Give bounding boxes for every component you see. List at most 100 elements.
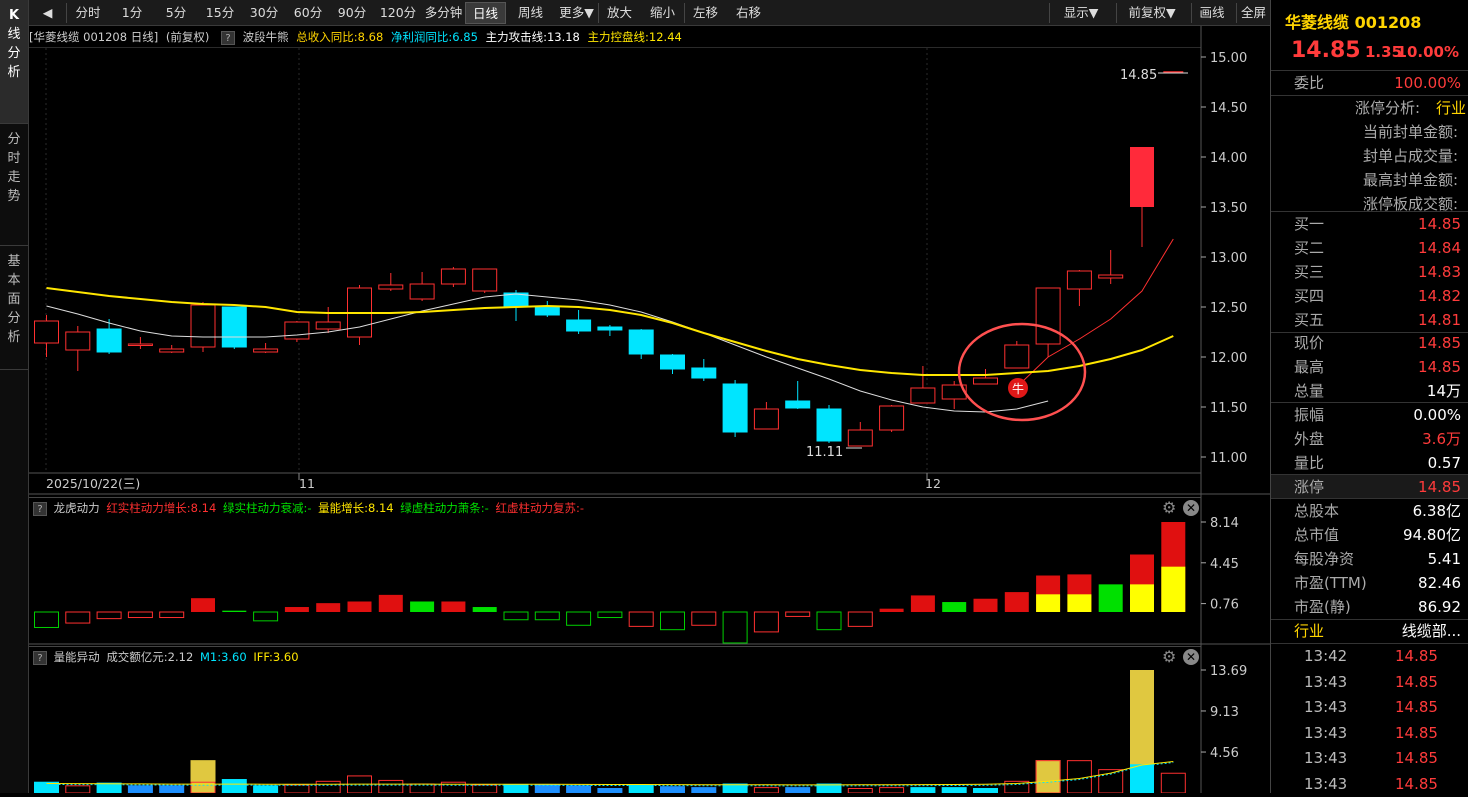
candle-body (96, 328, 122, 353)
row-value: 100.00% (1394, 74, 1461, 92)
industry-row[interactable]: 行业 线缆部... (1271, 619, 1468, 643)
row-value: 0.00% (1413, 406, 1461, 424)
power-bar (566, 611, 592, 626)
y-tick-label: 13.50 (1210, 201, 1247, 216)
row-label: 总股本 (1294, 502, 1340, 520)
y-tick-label: 13.00 (1210, 251, 1247, 266)
row-label: 总量 (1294, 382, 1325, 400)
row-value: 5.41 (1427, 550, 1461, 568)
row-value: 14.82 (1418, 287, 1461, 305)
power-bar (222, 610, 247, 612)
candle-body (847, 429, 873, 447)
price-line: 14.85 1.35 10.00% (1291, 38, 1468, 68)
tick-price: 14.85 (1395, 749, 1438, 767)
candle-body (534, 306, 560, 316)
power-bar (847, 611, 873, 627)
volume-bar (597, 788, 623, 793)
row-value: 14.85 (1418, 334, 1461, 352)
y-tick-label: 11.50 (1210, 401, 1247, 416)
stock-name: 华菱线缆 (1285, 13, 1350, 32)
y-tick-label: 14.00 (1210, 151, 1247, 166)
bid-row: 买二 14.84 (1271, 236, 1468, 260)
candle-body (753, 408, 779, 430)
power-bar (691, 611, 717, 626)
power-bar (942, 602, 967, 612)
power-bar (284, 607, 309, 612)
row-value: 14.81 (1418, 311, 1461, 329)
tick-row: 13:43 14.85 (1271, 695, 1468, 720)
power-bar (191, 598, 215, 612)
power-bar (96, 611, 122, 620)
candle-body (1066, 270, 1092, 290)
power-bar (410, 601, 435, 612)
bid-row: 买三 14.83 (1271, 260, 1468, 284)
volume-bar (534, 784, 560, 793)
power-bar (1098, 584, 1123, 612)
power-bar (347, 601, 372, 612)
row-label: 涨停 (1294, 478, 1325, 496)
tick-price: 14.85 (1395, 647, 1438, 665)
candle-body (597, 326, 623, 331)
sub1-tick-label: 0.76 (1210, 598, 1239, 613)
volume-bar (628, 784, 654, 793)
row-label: 买三 (1294, 263, 1325, 281)
sub2-tick-label: 13.69 (1210, 664, 1247, 679)
bid-row: 买四 14.82 (1271, 284, 1468, 308)
row-label: 现价 (1294, 334, 1325, 352)
x-date-label: 2025/10/22(三) (46, 476, 140, 491)
row-label: 买一 (1294, 215, 1325, 233)
limit-up-analysis-row: 涨停分析: 行业 (1271, 96, 1468, 120)
row-value: 82.46 (1418, 574, 1461, 592)
sub1-tick-label: 8.14 (1210, 516, 1239, 531)
power-bar (910, 595, 935, 612)
chart-area[interactable]: 15.00 14.50 14.00 13.50 13.00 12.50 12.00 11.50… (0, 0, 1270, 793)
limit-up-item: 封单占成交量: (1362, 147, 1458, 165)
quote-row: 振幅 0.00% (1271, 403, 1468, 427)
candle-body (127, 343, 153, 346)
candle-body (409, 283, 435, 300)
row-label: 最高 (1294, 358, 1325, 376)
power-bar (597, 611, 623, 619)
power-bar-yellow (1067, 594, 1092, 612)
m1-line (46, 762, 1174, 787)
candle-body (879, 405, 905, 431)
volume-bar (96, 782, 122, 793)
candle-body (159, 348, 185, 353)
row-label: 买五 (1294, 311, 1325, 329)
power-bar (753, 611, 779, 633)
industry-link[interactable]: 行业 (1436, 96, 1466, 120)
row-label: 买四 (1294, 287, 1325, 305)
candle-body (566, 319, 592, 332)
limit-up-item: 最高封单金额: (1362, 171, 1458, 189)
volume-bar (910, 787, 936, 793)
sub2-tick-label: 9.13 (1210, 705, 1239, 720)
quote-row: 现价 14.85 (1271, 331, 1468, 355)
y-tick-label: 15.00 (1210, 51, 1247, 66)
volume-bar (847, 788, 873, 793)
row-value: 14.85 (1418, 478, 1461, 496)
volume-bar (691, 787, 717, 793)
power-bar (722, 611, 748, 644)
y-tick-label: 11.00 (1210, 451, 1247, 466)
row-label: 市盈(TTM) (1294, 574, 1367, 592)
candle-body (660, 354, 685, 370)
candle-body (1004, 344, 1030, 369)
power-bar-yellow (1130, 584, 1154, 612)
candle-body (628, 329, 654, 355)
volume-bar (753, 787, 779, 793)
quote-row: 量比 0.57 (1271, 451, 1468, 475)
iff-line (46, 761, 1174, 786)
power-bar (316, 603, 341, 612)
power-bar (816, 611, 842, 631)
candle-body (34, 320, 59, 344)
power-bar-yellow (1161, 566, 1186, 612)
fundamental-row: 总市值 94.80亿 (1271, 523, 1468, 547)
tick-time: 13:43 (1304, 698, 1348, 716)
sub2-tick-label: 4.56 (1210, 746, 1239, 761)
row-label: 总市值 (1294, 526, 1340, 544)
tick-row: 13:42 14.85 (1271, 644, 1468, 669)
power-bar (1004, 592, 1029, 612)
bid-row: 买一 14.85 (1271, 212, 1468, 236)
tick-time: 13:43 (1304, 749, 1348, 767)
row-label: 每股净资 (1294, 550, 1355, 568)
